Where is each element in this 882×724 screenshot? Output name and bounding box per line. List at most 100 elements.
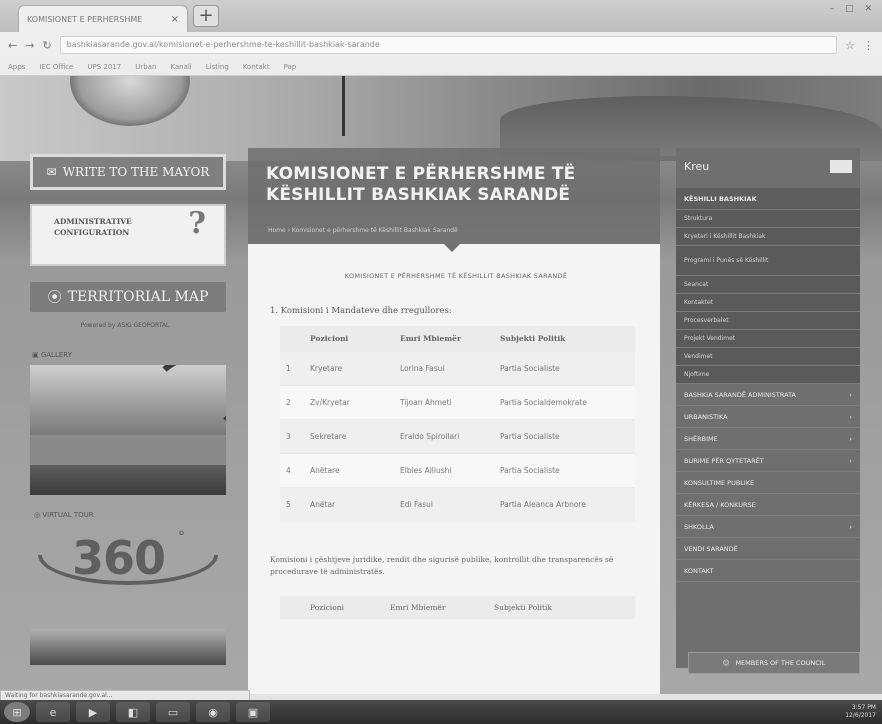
- members-table: Pozicioni Emri Mbiemër Subjekti Politik …: [280, 326, 635, 522]
- nav-subitem[interactable]: Seancat: [676, 276, 860, 294]
- bookmark-item[interactable]: Listing: [206, 63, 229, 71]
- nav-item[interactable]: KONTAKT: [676, 560, 860, 582]
- nav-item-label: VENDI SARANDË: [684, 544, 738, 553]
- nav-item-label: Procesverbalet: [684, 317, 729, 324]
- column-header: Emri Mbiemër: [390, 602, 446, 612]
- folder-icon[interactable]: ▭: [156, 702, 190, 722]
- column-header: [280, 326, 304, 352]
- nav-subitem[interactable]: Procesverbalet: [676, 312, 860, 330]
- administrative-configuration-button[interactable]: ADMINISTRATIVE CONFIGURATION ?: [30, 204, 226, 266]
- website: ✉ WRITE TO THE MAYOR ADMINISTRATIVE CONF…: [0, 76, 882, 694]
- star-icon[interactable]: ☆: [845, 39, 855, 52]
- reload-icon[interactable]: ↻: [42, 39, 51, 52]
- write-to-mayor-button[interactable]: ✉ WRITE TO THE MAYOR: [30, 154, 226, 190]
- page: KOMISIONET E PERHERSHME × + – □ ✕ ← → ↻ …: [0, 0, 882, 724]
- bookmark-item[interactable]: UPS 2017: [87, 63, 121, 71]
- system-tray-clock[interactable]: 3:57 PM 12/6/2017: [845, 704, 876, 720]
- page-title-line1: KOMISIONET E PËRHERSHME TË: [266, 164, 576, 184]
- nav-item-label: KËRKESA / KONKURSE: [684, 500, 756, 509]
- table-row: 1 Kryetare Lorina Fasui Partia Socialist…: [280, 351, 635, 386]
- column-header: Emri Mbiemër: [394, 326, 494, 352]
- start-button[interactable]: ⊞: [4, 702, 30, 722]
- council-button-label: MEMBERS OF THE COUNCIL: [735, 659, 826, 667]
- map-pin-icon: ⦿: [47, 290, 62, 306]
- nav-subitem[interactable]: Vendimet: [676, 348, 860, 366]
- office-icon[interactable]: ◧: [116, 702, 150, 722]
- page-title: KOMISIONET E PËRHERSHME TË KËSHILLIT BAS…: [266, 164, 660, 206]
- column-header: Subjekti Politik: [494, 602, 552, 612]
- ie-icon[interactable]: e: [36, 702, 70, 722]
- nav-item-label: Njoftime: [684, 371, 710, 378]
- nav-subitem[interactable]: Kryetari i Këshillit Bashkiak: [676, 228, 860, 246]
- language-flag-icon[interactable]: [830, 160, 852, 173]
- breadcrumb[interactable]: Home › Komisionet e përhershme të Këshil…: [268, 227, 458, 234]
- nav-item[interactable]: SHKOLLA ›: [676, 516, 860, 538]
- nav-item-label: Projekt Vendimet: [684, 335, 736, 342]
- window-controls[interactable]: – □ ✕: [830, 4, 876, 14]
- banner-image[interactable]: [30, 629, 226, 665]
- table-row: 2 Zv/Kryetar Tijoan Ahmeti Partia Social…: [280, 385, 635, 420]
- forward-icon[interactable]: →: [25, 39, 34, 52]
- nav-item-label: Programi i Punës së Këshillit: [684, 256, 769, 264]
- app-icon[interactable]: ▣: [236, 702, 270, 722]
- question-mark-icon: ?: [188, 206, 206, 241]
- people-icon: ☺: [722, 659, 730, 667]
- table-header-row: Pozicioni Emri Mbiemër Subjekti Politik: [280, 595, 635, 619]
- table-cell: Anëtar: [304, 487, 394, 522]
- table-cell: Lorina Fasui: [394, 351, 494, 386]
- nav-item-label: KONSULTIME PUBLIKE: [684, 478, 755, 487]
- powered-by-text: Powered by ASIG GEOPORTAL: [80, 322, 170, 329]
- nav-item[interactable]: BURIME PËR QYTETARËT ›: [676, 450, 860, 472]
- virtual-tour-button[interactable]: 360 °: [30, 527, 226, 597]
- table-cell: Partia Aleanca Arbnore: [494, 487, 635, 522]
- nav-item[interactable]: BASHKIA SARANDË ADMINISTRATA ›: [676, 384, 860, 406]
- territorial-map-label: TERRITORIAL MAP: [67, 289, 209, 305]
- nav-item-label: BASHKIA SARANDË ADMINISTRATA: [684, 390, 797, 399]
- table-cell: 1: [280, 351, 304, 386]
- left-sidebar: ✉ WRITE TO THE MAYOR ADMINISTRATIVE CONF…: [30, 154, 230, 665]
- bookmark-item[interactable]: Urban: [135, 63, 156, 71]
- chevron-right-icon: ›: [849, 456, 852, 465]
- title-pointer-icon: [444, 244, 460, 252]
- new-tab-button[interactable]: +: [193, 5, 219, 27]
- nav-item[interactable]: KONSULTIME PUBLIKE: [676, 472, 860, 494]
- bookmark-item[interactable]: IEC Office: [39, 63, 73, 71]
- media-player-icon[interactable]: ▶: [76, 702, 110, 722]
- clock-date: 12/6/2017: [845, 712, 876, 719]
- browser-tab[interactable]: KOMISIONET E PERHERSHME ×: [18, 5, 188, 32]
- territorial-map-button[interactable]: ⦿ TERRITORIAL MAP: [30, 282, 226, 312]
- back-icon[interactable]: ←: [8, 39, 17, 52]
- nav-subitem[interactable]: Kontaktet: [676, 294, 860, 312]
- table-cell: Partia Socialiste: [494, 351, 635, 386]
- chrome-icon[interactable]: ◉: [196, 702, 230, 722]
- nav-subitem[interactable]: Programi i Punës së Këshillit: [676, 246, 860, 276]
- article-body: KOMISIONET E PËRHERSHME TË KËSHILLIT BAS…: [248, 244, 660, 694]
- nav-item[interactable]: SHËRBIME ›: [676, 428, 860, 450]
- menu-icon[interactable]: ⋮: [863, 39, 874, 52]
- bookmark-item[interactable]: Apps: [8, 63, 25, 71]
- column-header: Pozicioni: [304, 326, 394, 352]
- tab-close-icon[interactable]: ×: [171, 14, 179, 25]
- nav-item[interactable]: VENDI SARANDË: [676, 538, 860, 560]
- table-cell: Tijoan Ahmeti: [394, 385, 494, 420]
- nav-home[interactable]: Kreu: [676, 148, 860, 188]
- nav-subitem[interactable]: Projekt Vendimet: [676, 330, 860, 348]
- bookmark-item[interactable]: Kanali: [170, 63, 191, 71]
- nav-subitem[interactable]: Njoftime: [676, 366, 860, 384]
- gallery-image[interactable]: [30, 365, 226, 495]
- page-title-box: KOMISIONET E PËRHERSHME TË KËSHILLIT BAS…: [248, 148, 660, 252]
- column-header: Subjekti Politik: [494, 326, 635, 352]
- nav-item-keshilli-bashkiak[interactable]: KËSHILLI BASHKIAK: [676, 188, 860, 210]
- nav-subitem[interactable]: Struktura: [676, 210, 860, 228]
- members-of-council-button[interactable]: ☺ MEMBERS OF THE COUNCIL: [688, 652, 860, 674]
- table-cell: Zv/Kryetar: [304, 385, 394, 420]
- bookmark-item[interactable]: Kontakt: [243, 63, 270, 71]
- nav-item[interactable]: KËRKESA / KONKURSE: [676, 494, 860, 516]
- bookmark-item[interactable]: Pap: [284, 63, 297, 71]
- chevron-right-icon: ›: [849, 522, 852, 531]
- table-cell: Sekretare: [304, 419, 394, 454]
- address-bar: ← → ↻ bashkiasarande.gov.al/komisionet-e…: [0, 32, 882, 58]
- nav-item[interactable]: URBANISTIKA ›: [676, 406, 860, 428]
- table-cell: Partia Socialiste: [494, 419, 635, 454]
- url-input[interactable]: bashkiasarande.gov.al/komisionet-e-perhe…: [59, 36, 838, 54]
